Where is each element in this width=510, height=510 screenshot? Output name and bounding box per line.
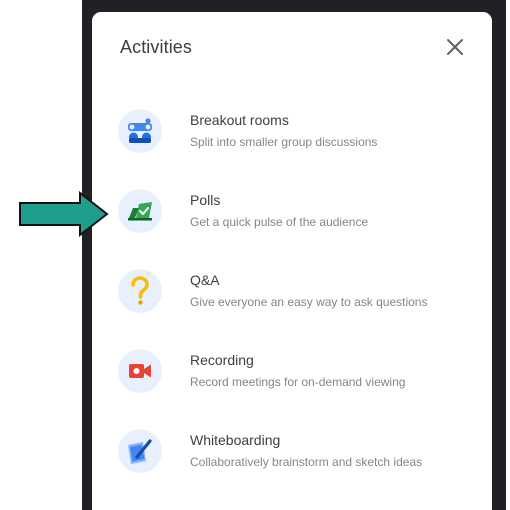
- activity-description: Get a quick pulse of the audience: [190, 215, 369, 229]
- close-icon: [447, 39, 463, 55]
- activity-qa[interactable]: Q&A Give everyone an easy way to ask que…: [116, 267, 480, 347]
- activity-description: Collaboratively brainstorm and sketch id…: [190, 455, 423, 469]
- activity-text: Breakout rooms Split into smaller group …: [190, 111, 377, 150]
- activity-recording[interactable]: Recording Record meetings for on-demand …: [116, 347, 480, 427]
- activity-text: Recording Record meetings for on-demand …: [190, 351, 405, 390]
- activities-panel: Activities Breakout rooms Split into sma…: [92, 12, 492, 510]
- activity-title: Whiteboarding: [190, 432, 281, 448]
- activity-text: Q&A Give everyone an easy way to ask que…: [190, 271, 427, 310]
- activity-description: Give everyone an easy way to ask questio…: [190, 295, 428, 309]
- panel-title: Activities: [120, 37, 193, 57]
- breakout-rooms-icon: [118, 109, 162, 153]
- qa-icon: [118, 269, 162, 313]
- activity-whiteboarding[interactable]: Whiteboarding Collaboratively brainstorm…: [116, 427, 480, 507]
- close-button[interactable]: [442, 34, 468, 60]
- activity-title: Q&A: [190, 272, 220, 288]
- whiteboard-icon: [118, 429, 162, 473]
- activity-polls[interactable]: Polls Get a quick pulse of the audience: [116, 187, 480, 267]
- activity-text: Whiteboarding Collaboratively brainstorm…: [190, 431, 422, 470]
- activity-text: Polls Get a quick pulse of the audience: [190, 191, 368, 230]
- activity-description: Record meetings for on-demand viewing: [190, 375, 406, 389]
- screenshot: Activities Breakout rooms Split into sma…: [0, 0, 510, 510]
- activity-title: Polls: [190, 192, 221, 208]
- activity-breakout-rooms[interactable]: Breakout rooms Split into smaller group …: [116, 107, 480, 187]
- arrow-pointer-icon: [19, 191, 109, 237]
- activity-title: Breakout rooms: [190, 112, 289, 128]
- activity-description: Split into smaller group discussions: [190, 135, 378, 149]
- polls-icon: [118, 189, 162, 233]
- activity-list: Breakout rooms Split into smaller group …: [116, 107, 480, 507]
- activity-title: Recording: [190, 352, 254, 368]
- panel-header: Activities: [120, 36, 472, 60]
- recording-icon: [118, 349, 162, 393]
